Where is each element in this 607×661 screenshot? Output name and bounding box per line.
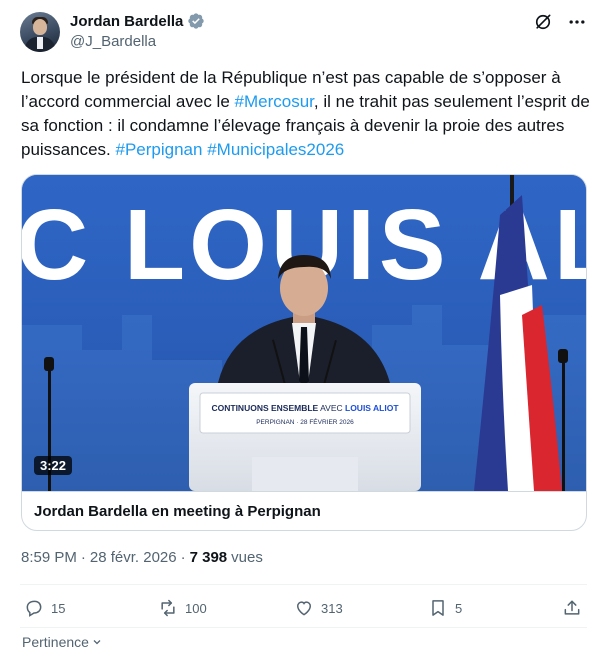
hashtag-link[interactable]: #Mercosur: [235, 92, 314, 111]
podium-slogan-connector: AVEC: [318, 403, 345, 413]
avatar-face: [33, 19, 47, 35]
hashtag-link[interactable]: #Municipales2026: [207, 140, 344, 159]
tweet-time[interactable]: 8:59 PM: [21, 549, 77, 566]
avatar-shirt: [37, 37, 43, 49]
bookmark-button[interactable]: 5: [428, 598, 462, 618]
header-actions: [533, 12, 587, 32]
podium-slogan: CONTINUONS ENSEMBLE: [211, 403, 318, 413]
like-count: 313: [321, 600, 343, 616]
verified-badge-icon[interactable]: [187, 12, 205, 30]
author-name[interactable]: Jordan Bardella: [70, 13, 183, 30]
video-card[interactable]: C LOUIS ALIO: [21, 174, 587, 531]
grok-icon[interactable]: [533, 12, 553, 32]
tweet-meta: 8:59 PM · 28 févr. 2026 · 7 398 vues: [21, 549, 263, 566]
reply-icon: [26, 600, 42, 617]
hashtag-link[interactable]: #Perpignan: [116, 140, 203, 159]
more-options-icon[interactable]: [567, 12, 587, 32]
divider: [20, 627, 587, 628]
sort-label: Pertinence: [22, 634, 89, 650]
author-name-row: Jordan Bardella: [70, 12, 205, 30]
video-player[interactable]: C LOUIS ALIO: [22, 175, 586, 491]
views-label: vues: [231, 549, 263, 566]
repost-count: 100: [185, 600, 207, 616]
podium-subline: PERPIGNAN · 28 FÉVRIER 2026: [256, 417, 354, 426]
repost-button[interactable]: 100: [158, 598, 207, 618]
author-handle[interactable]: @J_Bardella: [70, 33, 156, 50]
views-count: 7 398: [189, 549, 228, 566]
video-frame: C LOUIS ALIO: [22, 175, 586, 491]
bookmark-count: 5: [455, 600, 463, 616]
video-caption[interactable]: Jordan Bardella en meeting à Perpignan: [22, 491, 586, 530]
svg-text:CONTINUONS ENSEMBLE AVEC LOUIS: CONTINUONS ENSEMBLE AVEC LOUIS ALIOT: [211, 403, 399, 413]
reply-button[interactable]: 15: [24, 598, 65, 618]
tweet-date[interactable]: 28 févr. 2026: [90, 549, 177, 566]
meta-separator: ·: [80, 549, 86, 566]
video-duration: 3:22: [34, 456, 73, 475]
divider: [20, 584, 587, 585]
meta-separator: ·: [180, 549, 186, 566]
action-bar: 15 100 313 5: [24, 598, 584, 622]
avatar[interactable]: [20, 12, 60, 52]
share-button[interactable]: [562, 598, 582, 618]
podium-candidate: LOUIS ALIOT: [345, 403, 399, 413]
bookmark-icon: [432, 600, 444, 616]
tweet-text: Lorsque le président de la République n’…: [21, 66, 591, 162]
repost-icon: [161, 599, 175, 617]
sort-dropdown[interactable]: Pertinence: [22, 634, 103, 650]
share-icon: [564, 600, 580, 615]
reply-count: 15: [51, 600, 66, 616]
like-button[interactable]: 313: [294, 598, 343, 618]
chevron-down-icon: [93, 640, 101, 645]
heart-icon: [296, 601, 312, 616]
